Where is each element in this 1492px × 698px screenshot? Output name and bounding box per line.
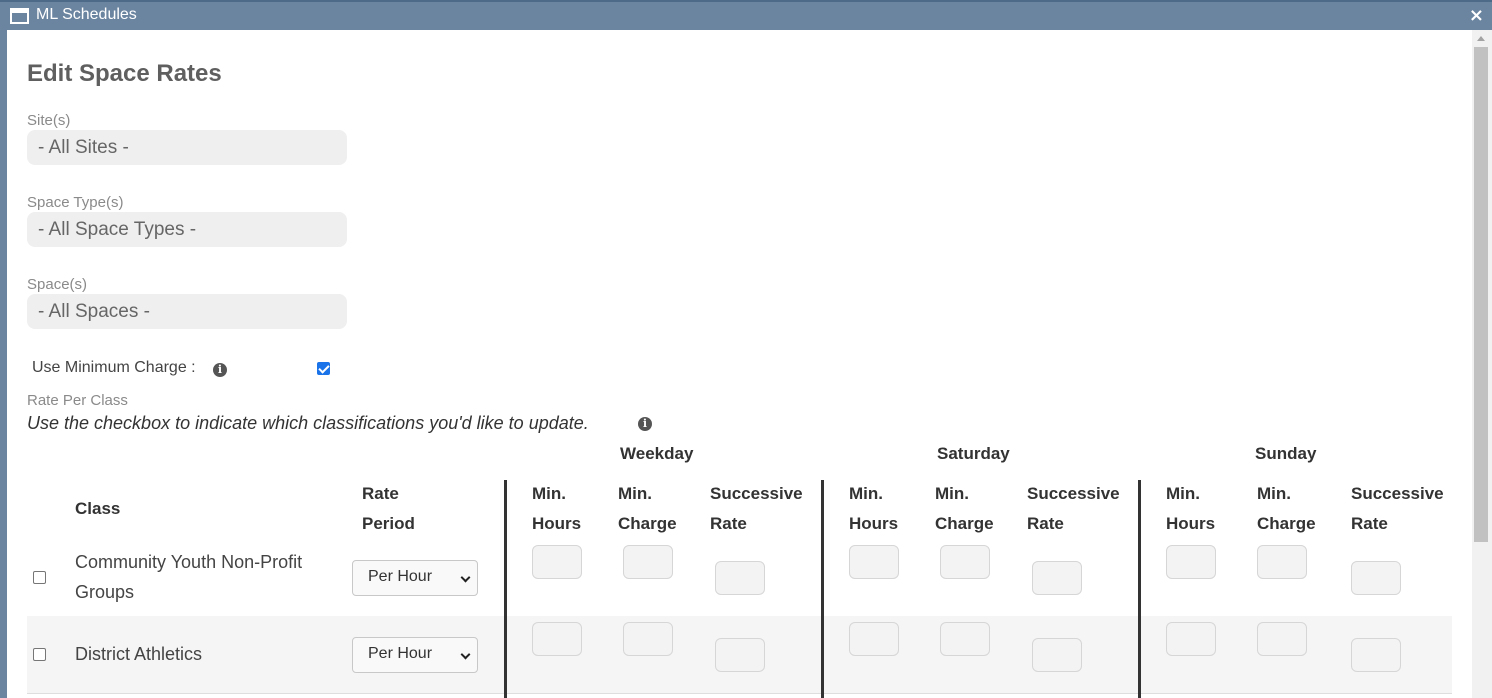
row-select-checkbox[interactable] <box>33 648 46 661</box>
saturday-min-hours-input[interactable] <box>849 545 899 579</box>
rate-period-value: Per Hour <box>368 568 433 585</box>
rate-period-select[interactable]: Per Hour <box>352 637 478 673</box>
sites-label: Site(s) <box>27 112 71 129</box>
group-header-saturday: Saturday <box>937 444 1010 463</box>
saturday-successive-rate-input[interactable] <box>1032 561 1082 595</box>
sunday-successive-rate-input[interactable] <box>1351 638 1401 672</box>
row-class-label: District Athletics <box>75 644 203 664</box>
group-header-weekday: Weekday <box>620 444 694 463</box>
weekday-successive-rate-input[interactable] <box>715 561 765 595</box>
window-frame <box>0 30 7 698</box>
info-icon[interactable]: i <box>213 363 227 377</box>
group-divider <box>504 480 507 698</box>
rate-period-value: Per Hour <box>368 645 433 662</box>
spaces-label: Space(s) <box>27 276 88 293</box>
vertical-scrollbar[interactable] <box>1472 30 1492 698</box>
dialog-content: Edit Space Rates Site(s) - All Sites - S… <box>7 30 1472 698</box>
row-select-checkbox[interactable] <box>33 571 46 584</box>
window-titlebar: ML Schedules × <box>0 0 1492 30</box>
use-minimum-charge-checkbox[interactable] <box>317 362 330 375</box>
col-header-successive-rate: Successive Rate <box>1351 484 1444 533</box>
info-icon[interactable]: i <box>638 417 652 431</box>
col-header-successive-rate: Successive Rate <box>710 484 803 533</box>
rate-per-class-label: Rate Per Class <box>27 392 128 409</box>
chevron-down-icon <box>460 649 471 660</box>
sites-select[interactable]: - All Sites - <box>27 130 347 165</box>
row-class-label: Community Youth Non-Profit Groups <box>75 552 303 602</box>
col-header-min-hours: Min. Hours <box>849 484 899 533</box>
rate-instruction-text: Use the checkbox to indicate which class… <box>27 413 589 433</box>
weekday-min-charge-input[interactable] <box>623 622 673 656</box>
window-title: ML Schedules <box>36 6 137 23</box>
group-divider <box>821 480 824 698</box>
scrollbar-thumb[interactable] <box>1474 47 1488 542</box>
saturday-min-charge-input[interactable] <box>940 545 990 579</box>
sunday-successive-rate-input[interactable] <box>1351 561 1401 595</box>
col-header-successive-rate: Successive Rate <box>1027 484 1120 533</box>
close-icon[interactable]: × <box>1469 5 1484 26</box>
rate-period-select[interactable]: Per Hour <box>352 560 478 596</box>
sunday-min-charge-input[interactable] <box>1257 545 1307 579</box>
weekday-min-hours-input[interactable] <box>532 545 582 579</box>
group-divider <box>1138 480 1141 698</box>
space-types-label: Space Type(s) <box>27 194 124 211</box>
sunday-min-hours-input[interactable] <box>1166 545 1216 579</box>
col-header-rate-period: Rate Period <box>362 484 415 533</box>
group-header-sunday: Sunday <box>1255 444 1317 463</box>
spaces-select[interactable]: - All Spaces - <box>27 294 347 329</box>
page-title: Edit Space Rates <box>27 60 222 87</box>
weekday-min-charge-input[interactable] <box>623 545 673 579</box>
sunday-min-hours-input[interactable] <box>1166 622 1216 656</box>
weekday-min-hours-input[interactable] <box>532 622 582 656</box>
space-types-select[interactable]: - All Space Types - <box>27 212 347 247</box>
row-divider <box>27 693 1452 694</box>
col-header-min-charge: Min. Charge <box>1257 484 1316 533</box>
sunday-min-charge-input[interactable] <box>1257 622 1307 656</box>
scroll-up-icon[interactable] <box>1477 36 1485 41</box>
use-minimum-charge-label: Use Minimum Charge : <box>32 359 196 376</box>
col-header-min-charge: Min. Charge <box>935 484 994 533</box>
chevron-down-icon <box>460 572 471 583</box>
col-header-min-hours: Min. Hours <box>532 484 582 533</box>
window-icon <box>10 8 29 24</box>
saturday-min-charge-input[interactable] <box>940 622 990 656</box>
saturday-min-hours-input[interactable] <box>849 622 899 656</box>
weekday-successive-rate-input[interactable] <box>715 638 765 672</box>
saturday-successive-rate-input[interactable] <box>1032 638 1082 672</box>
col-header-min-hours: Min. Hours <box>1166 484 1216 533</box>
col-header-min-charge: Min. Charge <box>618 484 677 533</box>
col-header-class: Class <box>75 499 121 518</box>
